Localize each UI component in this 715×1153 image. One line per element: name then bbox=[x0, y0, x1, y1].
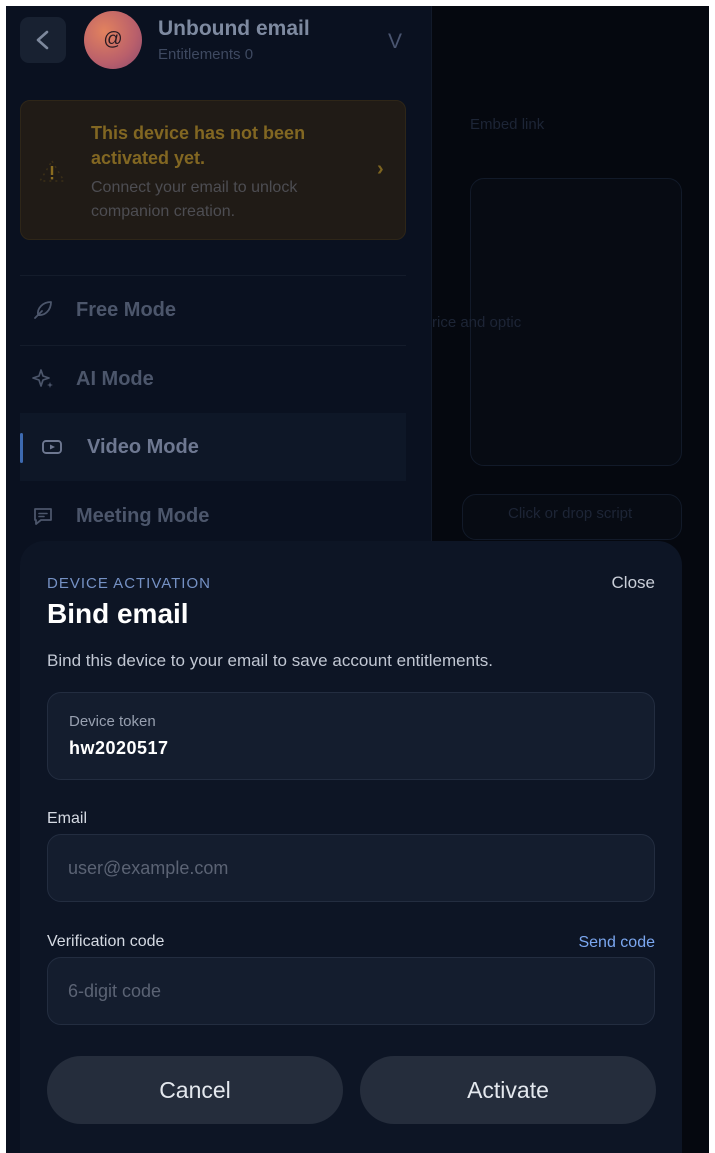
activation-alert[interactable]: This device has not been activated yet. … bbox=[20, 100, 406, 240]
send-code-button[interactable]: Send code bbox=[578, 934, 655, 952]
modal-eyebrow: DEVICE ACTIVATION bbox=[47, 575, 211, 592]
app-window: Embed link rice and optic Click or drop … bbox=[6, 6, 709, 1153]
alert-body: Connect your email to unlock companion c… bbox=[91, 179, 298, 220]
activate-button[interactable]: Activate bbox=[360, 1056, 656, 1124]
chevron-right-icon: › bbox=[377, 158, 384, 180]
embed-link-label: Embed link bbox=[470, 116, 545, 133]
chevron-left-icon bbox=[36, 30, 49, 50]
background-caption: rice and optic bbox=[432, 314, 522, 331]
email-field[interactable] bbox=[47, 834, 655, 902]
device-token-value: hw2020517 bbox=[69, 738, 169, 758]
cancel-button[interactable]: Cancel bbox=[47, 1056, 343, 1124]
device-token-box: Device token hw2020517 bbox=[47, 692, 655, 780]
device-token-label: Device token bbox=[69, 713, 156, 730]
feather-icon bbox=[34, 301, 52, 319]
avatar[interactable]: @ bbox=[84, 11, 142, 69]
nav-item-video-mode[interactable]: Video Mode bbox=[20, 413, 406, 481]
warning-icon bbox=[39, 159, 65, 182]
drop-zone-label: Click or drop script bbox=[508, 505, 633, 522]
sparkle-icon bbox=[32, 369, 53, 388]
modal-description: Bind this device to your email to save a… bbox=[47, 651, 494, 670]
account-expand-toggle[interactable]: V bbox=[388, 30, 402, 54]
close-button[interactable]: Close bbox=[612, 573, 655, 593]
active-indicator bbox=[20, 433, 23, 463]
nav-label-meeting-mode: Meeting Mode bbox=[76, 504, 210, 527]
nav-item-ai-mode[interactable]: AI Mode bbox=[20, 345, 406, 413]
nav-label-ai-mode: AI Mode bbox=[76, 367, 154, 390]
alert-title: This device has not been activated yet. bbox=[91, 123, 306, 168]
nav-label-free-mode: Free Mode bbox=[76, 298, 177, 321]
nav-label-video-mode: Video Mode bbox=[87, 435, 199, 458]
bind-email-modal: DEVICE ACTIVATION Close Bind email Bind … bbox=[20, 541, 682, 1153]
account-entitlements: Entitlements 0 bbox=[158, 46, 254, 63]
verification-code-field[interactable] bbox=[47, 957, 655, 1025]
email-label: Email bbox=[47, 810, 88, 827]
chat-icon bbox=[34, 508, 52, 525]
account-title: Unbound email bbox=[158, 17, 310, 40]
verification-code-label: Verification code bbox=[47, 933, 165, 950]
nav-item-free-mode[interactable]: Free Mode bbox=[20, 276, 406, 344]
back-button[interactable] bbox=[20, 17, 66, 63]
avatar-symbol: @ bbox=[103, 29, 123, 50]
modal-title: Bind email bbox=[47, 598, 189, 629]
nav-item-meeting-mode[interactable]: Meeting Mode bbox=[20, 482, 406, 550]
video-icon bbox=[42, 440, 62, 454]
